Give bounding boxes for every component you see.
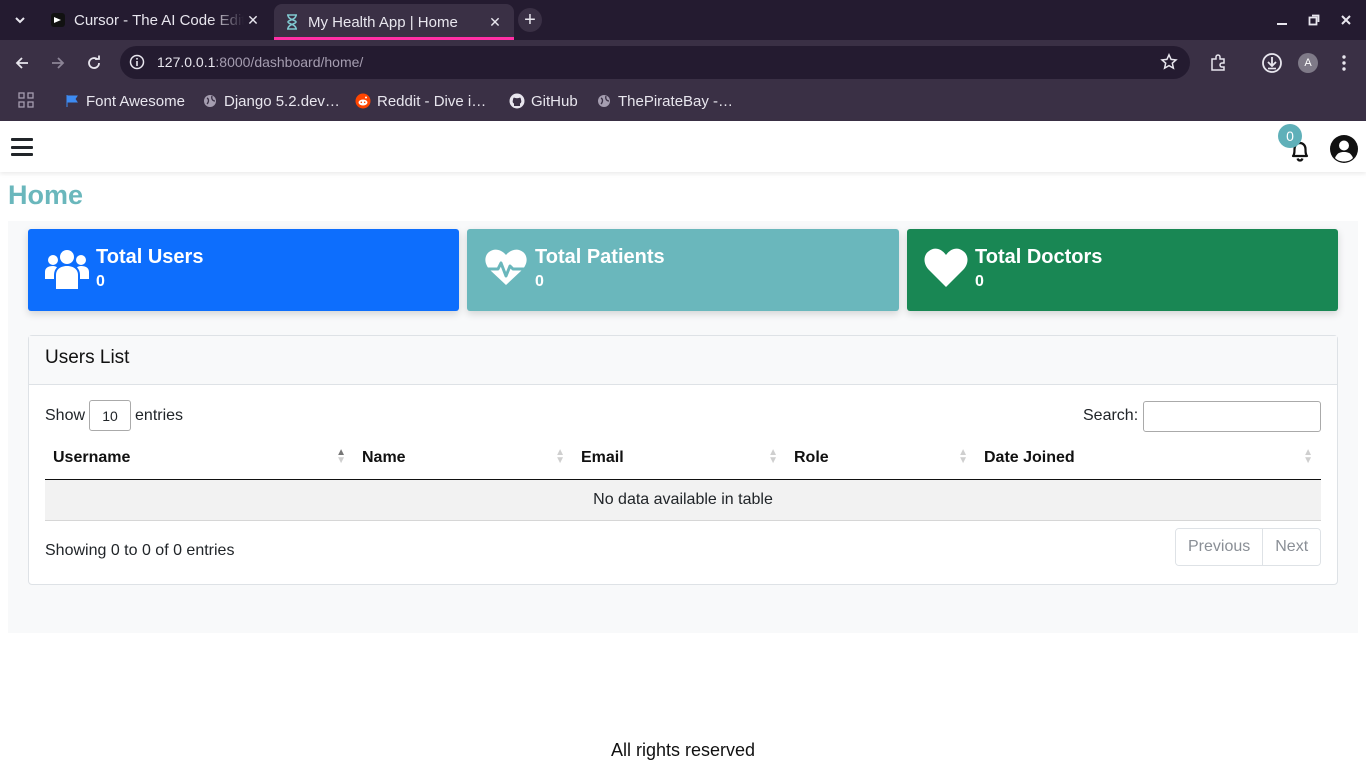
column-header-date-joined[interactable]: Date Joined ▲ ▼ bbox=[976, 437, 1321, 480]
sort-icon: ▲ ▼ bbox=[958, 447, 968, 466]
column-header-email[interactable]: Email ▲ ▼ bbox=[573, 437, 786, 480]
card-header: Users List bbox=[29, 336, 1337, 385]
bookmark-thepiratebay[interactable]: ThePirateBay -… bbox=[596, 91, 733, 111]
profile-avatar[interactable]: A bbox=[1298, 53, 1318, 73]
users-icon bbox=[45, 250, 89, 289]
stat-card-total-users[interactable]: Total Users 0 bbox=[28, 229, 459, 311]
reddit-icon bbox=[355, 93, 371, 109]
arrow-left-icon bbox=[15, 57, 28, 69]
tab-my-health-app[interactable]: My Health App | Home ✕ bbox=[274, 4, 514, 40]
column-label: Username bbox=[53, 448, 131, 466]
app-navbar bbox=[0, 121, 1366, 172]
forward-button[interactable] bbox=[46, 51, 70, 75]
stat-card-total-patients[interactable]: Total Patients 0 bbox=[467, 229, 899, 311]
close-icon[interactable]: ✕ bbox=[486, 13, 504, 31]
stat-value: 0 bbox=[535, 273, 544, 290]
more-menu-icon[interactable] bbox=[1333, 52, 1355, 74]
stat-card-total-doctors[interactable]: Total Doctors 0 bbox=[907, 229, 1338, 311]
cursor-logo-icon bbox=[50, 12, 66, 28]
github-icon bbox=[509, 93, 525, 109]
empty-table-message: No data available in table bbox=[45, 479, 1321, 521]
table-info: Showing 0 to 0 of 0 entries bbox=[45, 542, 235, 559]
hourglass-icon bbox=[284, 14, 300, 30]
column-header-name[interactable]: Name ▲ ▼ bbox=[354, 437, 573, 480]
arrow-right-icon bbox=[52, 57, 65, 69]
footer-text: All rights reserved bbox=[610, 740, 756, 760]
close-window-icon[interactable] bbox=[1336, 10, 1356, 30]
bookmark-label: ThePirateBay -… bbox=[618, 92, 734, 110]
window-controls bbox=[1272, 10, 1356, 30]
url-text: 127.0.0.1:8000/dashboard/home/ bbox=[157, 54, 363, 70]
back-button[interactable] bbox=[10, 51, 34, 75]
bookmark-label: Reddit - Dive i… bbox=[377, 92, 487, 110]
tab-search-button[interactable] bbox=[8, 8, 32, 32]
show-entries-control: Show 10 entries bbox=[45, 400, 183, 431]
previous-page-button[interactable]: Previous bbox=[1176, 529, 1263, 565]
apps-grid-icon[interactable] bbox=[18, 92, 34, 108]
menu-toggle-icon[interactable] bbox=[11, 138, 33, 156]
url-path: :8000/dashboard/home/ bbox=[215, 54, 364, 70]
close-icon[interactable]: ✕ bbox=[244, 11, 262, 29]
column-header-username[interactable]: Username ▲ ▼ bbox=[45, 437, 354, 480]
next-page-button[interactable]: Next bbox=[1262, 529, 1321, 565]
search-input[interactable] bbox=[1143, 401, 1321, 432]
stat-value: 0 bbox=[975, 273, 984, 290]
sort-icon: ▲ ▼ bbox=[1303, 447, 1313, 466]
sort-ascending-icon: ▲ ▼ bbox=[336, 447, 346, 466]
site-info-icon[interactable] bbox=[128, 53, 146, 71]
bookmark-star-icon[interactable] bbox=[1160, 52, 1178, 71]
column-label: Date Joined bbox=[984, 448, 1075, 466]
globe-icon bbox=[202, 93, 218, 109]
tab-title: Cursor - The AI Code Editor bbox=[74, 11, 244, 29]
bookmark-font-awesome[interactable]: Font Awesome bbox=[64, 91, 185, 111]
reload-icon bbox=[88, 55, 100, 69]
users-table: Username ▲ ▼ Name ▲ ▼ Email ▲ ▼ Role ▲ ▼ Dat… bbox=[45, 437, 1321, 521]
stat-label: Total Users bbox=[96, 246, 204, 268]
new-tab-button[interactable]: + bbox=[518, 8, 542, 32]
heartbeat-icon bbox=[485, 249, 527, 285]
stat-label: Total Patients bbox=[535, 246, 665, 268]
tab-title: My Health App | Home bbox=[308, 13, 458, 31]
download-icon[interactable] bbox=[1261, 52, 1283, 74]
url-host: 127.0.0.1 bbox=[157, 54, 216, 70]
stat-value: 0 bbox=[96, 273, 105, 290]
card-title: Users List bbox=[45, 347, 130, 368]
entries-select[interactable]: 10 bbox=[89, 400, 132, 431]
notification-count-badge: 0 bbox=[1278, 124, 1302, 148]
pagination: Previous Next bbox=[1175, 528, 1322, 566]
column-label: Name bbox=[362, 448, 406, 466]
column-header-role[interactable]: Role ▲ ▼ bbox=[786, 437, 976, 480]
maximize-icon[interactable] bbox=[1304, 10, 1324, 30]
stat-label: Total Doctors bbox=[975, 246, 1103, 268]
user-account-icon[interactable] bbox=[1329, 134, 1359, 164]
show-label: Show bbox=[45, 406, 86, 424]
bookmark-label: Font Awesome bbox=[86, 92, 185, 110]
bookmark-label: GitHub bbox=[531, 92, 578, 110]
extensions-icon[interactable] bbox=[1207, 52, 1229, 74]
bookmark-reddit[interactable]: Reddit - Dive i… bbox=[355, 91, 486, 111]
bookmark-django[interactable]: Django 5.2.dev… bbox=[202, 91, 340, 111]
entries-label: entries bbox=[135, 406, 184, 424]
search-label: Search: bbox=[1083, 407, 1139, 424]
reload-button[interactable] bbox=[82, 51, 106, 75]
column-label: Email bbox=[581, 448, 624, 466]
globe-icon bbox=[596, 93, 612, 109]
table-row: No data available in table bbox=[45, 479, 1321, 521]
heart-icon bbox=[924, 248, 968, 287]
sort-icon: ▲ ▼ bbox=[768, 447, 778, 466]
chevron-down-icon bbox=[15, 17, 25, 24]
tab-cursor[interactable]: Cursor - The AI Code Editor ✕ bbox=[40, 4, 272, 36]
sort-icon: ▲ ▼ bbox=[555, 447, 565, 466]
page-title: Home bbox=[8, 180, 84, 210]
column-label: Role bbox=[794, 448, 829, 466]
browser-tab-bar: Cursor - The AI Code Editor ✕ My Health … bbox=[0, 0, 1366, 40]
browser-toolbar: 127.0.0.1:8000/dashboard/home/ A bbox=[0, 40, 1366, 86]
flag-icon bbox=[64, 93, 80, 109]
minimize-icon[interactable] bbox=[1272, 10, 1292, 30]
bookmark-github[interactable]: GitHub bbox=[509, 91, 578, 111]
address-bar[interactable]: 127.0.0.1:8000/dashboard/home/ bbox=[120, 46, 1190, 79]
bookmark-label: Django 5.2.dev… bbox=[224, 92, 340, 110]
